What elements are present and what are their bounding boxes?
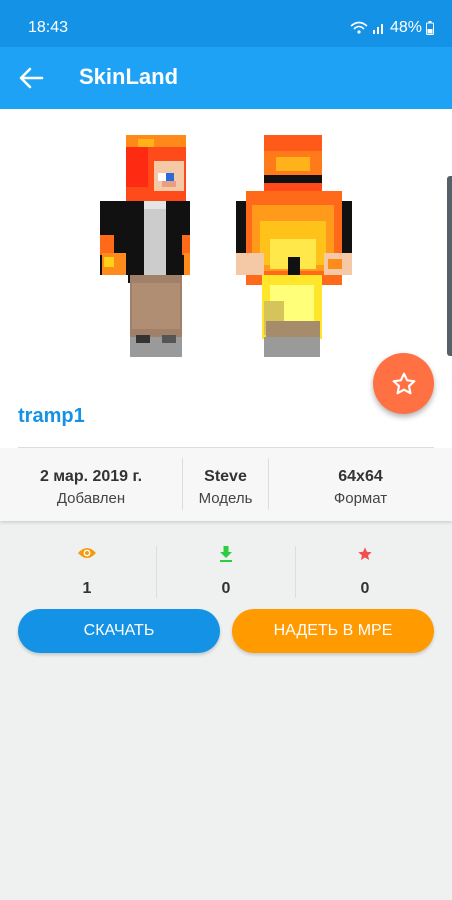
stat-downloads: 0 <box>157 540 295 600</box>
battery-icon <box>426 21 434 35</box>
app-bar: SkinLand <box>0 47 452 109</box>
scroll-tab[interactable] <box>447 176 452 356</box>
eye-icon <box>78 548 96 558</box>
signal-icon <box>372 24 383 34</box>
meta-model-label: Модель <box>198 490 253 507</box>
skin-front-image <box>100 135 190 357</box>
meta-added: 2 мар. 2019 г. Добавлен <box>0 448 182 521</box>
wifi-icon <box>350 21 368 34</box>
battery-percent: 48% <box>389 19 422 36</box>
meta-added-value: 2 мар. 2019 г. <box>39 468 143 485</box>
skin-meta: 2 мар. 2019 г. Добавлен Steve Модель 64x… <box>0 448 452 521</box>
stat-views-count: 1 <box>82 580 92 597</box>
status-indicators: 48% <box>350 19 434 37</box>
meta-model-value: Steve <box>204 468 247 485</box>
download-button[interactable]: СКАЧАТЬ <box>18 609 220 653</box>
meta-model: Steve Модель <box>183 448 268 521</box>
status-bar: 18:43 48% <box>0 0 452 47</box>
meta-format-label: Формат <box>333 490 388 507</box>
stat-favorites: 0 <box>296 540 434 600</box>
skin-preview <box>0 109 452 381</box>
meta-added-label: Добавлен <box>56 490 126 507</box>
app-title: SkinLand <box>79 64 179 89</box>
stat-favorites-count: 0 <box>360 580 370 597</box>
status-time: 18:43 <box>28 19 69 36</box>
meta-format: 64x64 Формат <box>269 448 452 521</box>
star-icon <box>358 547 372 560</box>
apply-in-mcpe-button[interactable]: НАДЕТЬ В МРЕ <box>232 609 434 653</box>
stat-views: 1 <box>18 540 156 600</box>
arrow-left-icon[interactable] <box>18 66 44 90</box>
skin-back-image <box>236 135 352 357</box>
skin-name: tramp1 <box>18 405 85 427</box>
meta-format-value: 64x64 <box>338 468 383 485</box>
download-icon <box>220 546 232 562</box>
star-outline-icon <box>392 372 415 394</box>
favorite-button[interactable] <box>373 353 434 414</box>
stat-downloads-count: 0 <box>221 580 231 597</box>
